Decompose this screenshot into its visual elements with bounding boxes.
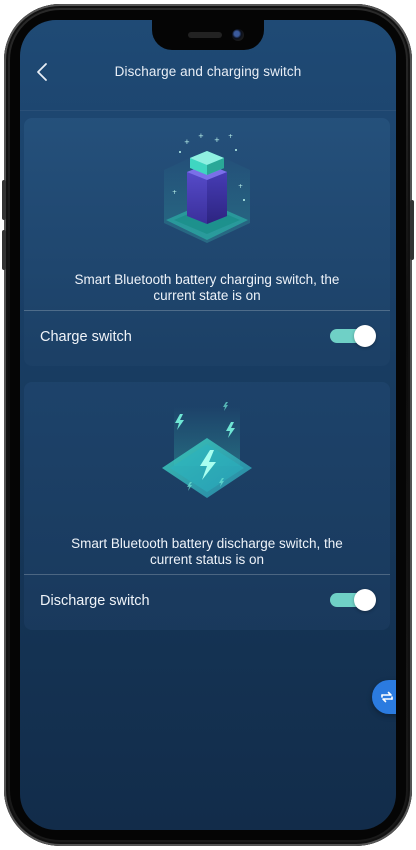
lightning-discharge-icon: [162, 402, 252, 498]
discharge-description-line2: current status is on: [149, 552, 265, 567]
front-camera-icon: [232, 29, 244, 41]
charge-switch-label: Charge switch: [40, 329, 132, 345]
app-screen: Discharge and charging switch + + + + + …: [20, 20, 396, 830]
charge-divider: [24, 310, 390, 311]
svg-text:+: +: [228, 133, 233, 140]
svg-text:+: +: [198, 132, 204, 140]
svg-text:+: +: [238, 183, 243, 190]
speaker-grille: [188, 32, 222, 38]
back-button[interactable]: [28, 58, 56, 86]
charge-description-line1: Smart Bluetooth battery charging switch,…: [74, 272, 340, 287]
charge-switch-toggle[interactable]: [330, 325, 376, 347]
charge-toggle-knob: [354, 325, 376, 347]
svg-text:+: +: [184, 138, 190, 146]
svg-text:+: +: [172, 189, 177, 196]
swap-arrows-icon: [381, 691, 393, 703]
chevron-left-icon: [37, 63, 47, 81]
power-button: [410, 200, 414, 260]
nav-header: Discharge and charging switch: [20, 54, 396, 92]
discharge-switch-label: Discharge switch: [40, 593, 150, 609]
volume-down-button: [2, 230, 6, 270]
swap-float-button[interactable]: [372, 680, 396, 714]
charge-card: + + + + + + Smart Bluetooth battery char…: [24, 118, 390, 366]
discharge-description-line1: Smart Bluetooth battery discharge switch…: [71, 536, 343, 551]
discharge-divider: [24, 574, 390, 575]
charge-description: Smart Bluetooth battery charging switch,…: [44, 272, 370, 304]
svg-text:+: +: [214, 136, 220, 144]
notch: [152, 20, 264, 50]
battery-charging-icon: + + + + + +: [164, 132, 250, 243]
discharge-toggle-knob: [354, 589, 376, 611]
discharge-description: Smart Bluetooth battery discharge switch…: [44, 536, 370, 568]
header-divider: [20, 110, 396, 111]
charge-description-line2: current state is on: [153, 288, 261, 303]
discharge-card: Smart Bluetooth battery discharge switch…: [24, 382, 390, 630]
discharge-switch-toggle[interactable]: [330, 589, 376, 611]
volume-up-button: [2, 180, 6, 220]
page-title: Discharge and charging switch: [114, 64, 302, 79]
